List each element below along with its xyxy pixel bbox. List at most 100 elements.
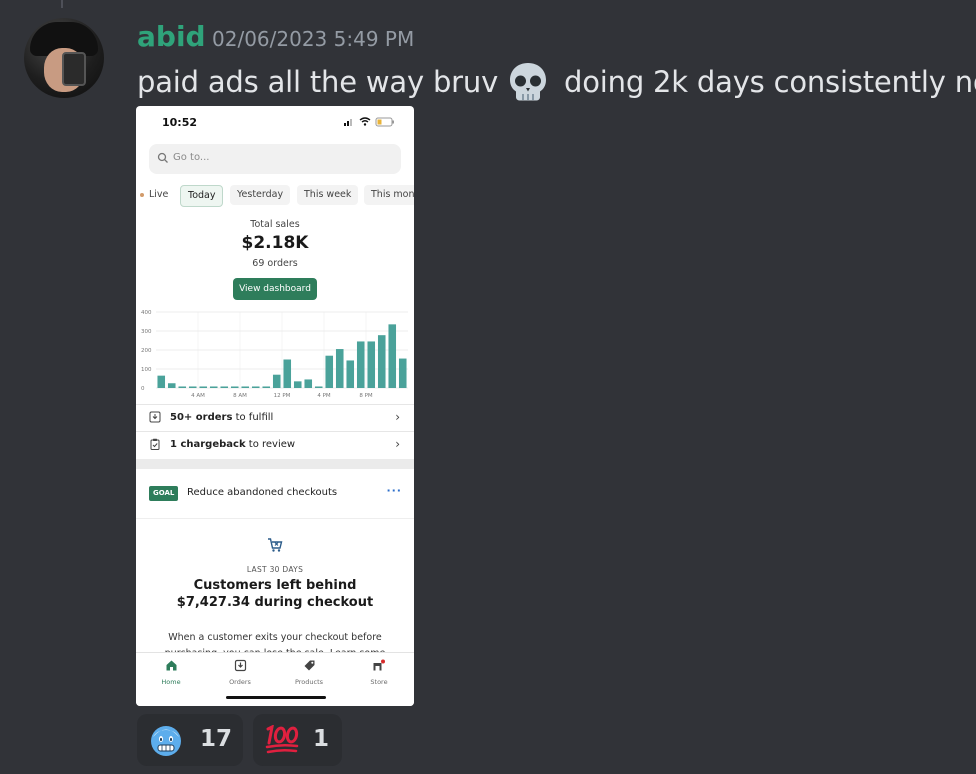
chart-bar — [230, 386, 239, 388]
reaction-count: 17 — [200, 726, 233, 752]
chart-bar — [283, 359, 292, 388]
attached-screenshot[interactable]: 10:52 Go to... Live Today Yesterday This… — [136, 106, 414, 706]
last-30-days-label: LAST 30 DAYS — [246, 565, 304, 574]
chart-x-tick: 8 AM — [233, 393, 247, 399]
chargeback-rest: to review — [245, 439, 296, 450]
chart-bar — [356, 341, 365, 388]
reaction-count: 1 — [313, 726, 330, 752]
abandoned-description: When a customer exits your checkout befo… — [165, 632, 386, 652]
sales-bar-chart: 400 300 200 100 0 4 AM 8 AM 12 PM 4 PM 8 PM — [141, 310, 408, 399]
chargeback-row[interactable]: 1 chargeback to review › — [136, 431, 414, 458]
chevron-right-icon: › — [395, 437, 400, 451]
chart-bar — [199, 386, 208, 388]
chart-bar — [293, 381, 302, 388]
abandoned-headline: Customers left behind $7,427.34 during c… — [176, 578, 374, 610]
chart-bar — [314, 386, 323, 388]
goal-title: Reduce abandoned checkouts — [187, 487, 338, 498]
search-bar[interactable]: Go to... — [149, 144, 401, 174]
view-dashboard-button[interactable]: View dashboard — [233, 278, 317, 300]
chart-x-tick: 4 PM — [317, 393, 331, 399]
chevron-right-icon: › — [395, 410, 400, 424]
message-timestamp[interactable]: 02/06/2023 5:49 PM — [212, 27, 414, 51]
orders-count: 69 orders — [252, 258, 298, 269]
clipboard-icon — [150, 438, 160, 450]
date-tabs: Live Today Yesterday This week This mont — [136, 185, 414, 209]
home-indicator — [226, 696, 326, 699]
tab-label: Yesterday — [237, 189, 284, 200]
cart-remove-icon — [268, 538, 283, 552]
section-divider — [136, 459, 414, 469]
thread-line — [61, 0, 63, 8]
avatar-phone — [62, 52, 86, 86]
inbox-download-icon — [149, 411, 161, 423]
chart-x-tick: 4 AM — [191, 393, 205, 399]
nav-label: Store — [370, 678, 388, 686]
total-sales-value: $2.18K — [241, 233, 309, 253]
username[interactable]: abid — [137, 20, 206, 53]
cold-face-emoji-icon — [151, 726, 181, 756]
chart-bar — [262, 386, 271, 388]
nav-label: Home — [161, 678, 181, 686]
chart-bar — [335, 349, 344, 388]
orders-to-fulfill-row[interactable]: 50+ orders to fulfill › — [136, 404, 414, 431]
chart-bar — [304, 379, 313, 388]
search-placeholder: Go to... — [173, 152, 210, 163]
goal-divider — [136, 518, 414, 519]
reaction-cold-face[interactable]: 17 — [137, 714, 243, 766]
status-time: 10:52 — [162, 116, 198, 129]
nav-home[interactable]: Home — [146, 657, 196, 686]
hundred-points-emoji-icon — [265, 725, 299, 754]
nav-label: Products — [294, 678, 324, 686]
chart-y-tick: 400 — [141, 310, 152, 316]
tab-yesterday[interactable]: Yesterday — [230, 185, 291, 205]
chart-bar — [388, 324, 397, 388]
avatar[interactable] — [24, 18, 104, 98]
chart-y-tick: 100 — [141, 367, 152, 373]
goal-badge: GOAL — [149, 486, 179, 501]
chart-y-tick: 200 — [141, 348, 152, 354]
tab-today[interactable]: Today — [180, 185, 224, 207]
message-text: paid ads all the way bruv doing 2k days … — [137, 60, 976, 104]
chart-bar — [241, 386, 250, 388]
tab-this-week[interactable]: This week — [297, 185, 359, 205]
chart-bar — [325, 355, 334, 388]
nav-orders[interactable]: Orders — [215, 657, 265, 686]
orders-icon — [234, 659, 246, 672]
chart-bar — [251, 386, 260, 388]
home-icon — [166, 660, 176, 671]
reaction-hundred[interactable]: 1 — [253, 714, 342, 766]
fulfill-bold: 50+ orders — [170, 412, 233, 423]
skull-emoji-icon — [510, 63, 547, 101]
chart-x-tick: 8 PM — [359, 393, 373, 399]
tab-label: This mont — [371, 189, 414, 200]
chart-bar — [377, 335, 386, 388]
tab-live[interactable]: Live — [138, 185, 175, 205]
more-options-icon[interactable]: ··· — [386, 484, 402, 497]
chart-bar — [367, 341, 376, 388]
nav-store[interactable]: Store — [354, 657, 404, 686]
chart-bar — [157, 375, 166, 388]
chargeback-text: 1 chargeback to review — [170, 439, 295, 450]
store-icon — [373, 659, 385, 671]
chart-bar — [188, 386, 197, 388]
tab-label: This week — [304, 189, 352, 200]
chart-bar — [398, 358, 407, 388]
tab-this-month[interactable]: This mont — [364, 185, 414, 205]
total-sales-label: Total sales — [250, 219, 300, 230]
chart-bar — [346, 360, 355, 388]
message-text-before: paid ads all the way bruv — [137, 65, 499, 99]
chart-bar — [272, 374, 281, 388]
tab-label: Live — [149, 189, 169, 200]
tab-label: Today — [188, 190, 216, 201]
chart-y-tick: 300 — [141, 329, 152, 335]
fulfill-text: 50+ orders to fulfill — [170, 412, 273, 423]
nav-products[interactable]: Products — [284, 657, 334, 686]
chart-y-tick: 0 — [141, 386, 145, 392]
nav-label: Orders — [229, 678, 251, 686]
fulfill-rest: to fulfill — [232, 412, 274, 423]
tag-icon — [304, 660, 314, 671]
chart-x-tick: 12 PM — [274, 393, 291, 399]
chart-bar — [167, 383, 176, 388]
chart-bar — [209, 386, 218, 388]
message-text-after: doing 2k days consistently now. — [564, 65, 976, 99]
